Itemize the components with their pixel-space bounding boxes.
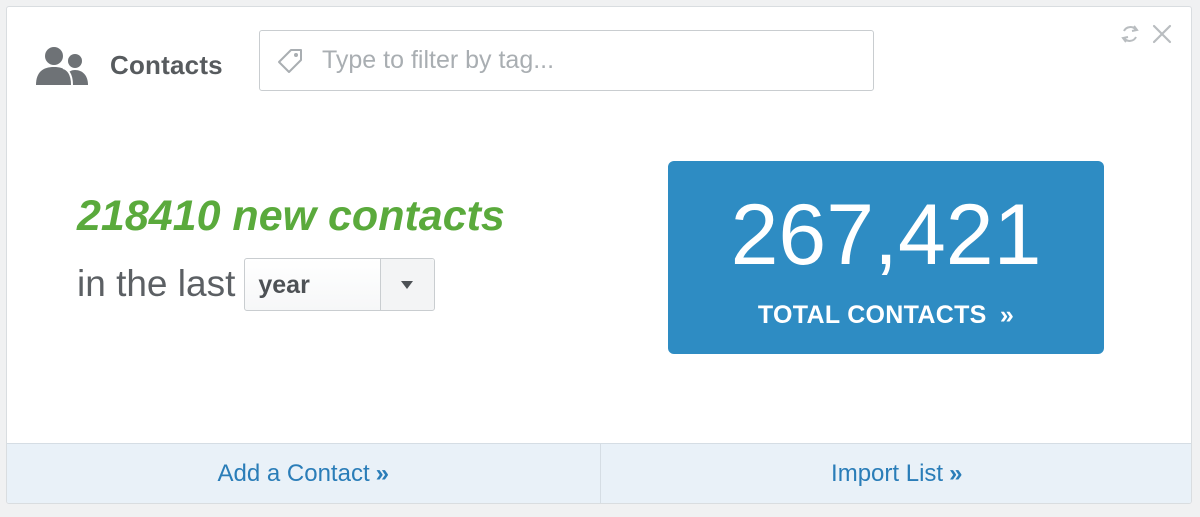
total-contacts-label: TOTAL CONTACTS (757, 301, 987, 329)
import-list-button[interactable]: Import List » (599, 444, 1192, 503)
double-chevron-right-icon: » (375, 459, 389, 487)
contacts-widget: Contacts 218410 new contacts in the last… (6, 6, 1192, 504)
widget-title: Contacts (110, 50, 223, 80)
add-contact-label: Add a Contact (217, 459, 370, 487)
widget-footer: Add a Contact » Import List » (7, 443, 1192, 503)
window-controls (1119, 23, 1173, 45)
tag-filter-input[interactable] (322, 31, 862, 90)
period-select-value: year (258, 270, 310, 299)
tag-filter-field[interactable] (259, 30, 874, 91)
close-icon[interactable] (1151, 23, 1173, 45)
double-chevron-right-icon: » (999, 301, 1015, 329)
total-contacts-button[interactable]: 267,421 TOTAL CONTACTS » (668, 161, 1104, 354)
import-list-label: Import List (831, 459, 944, 487)
contacts-icon (36, 47, 88, 86)
period-select[interactable]: year (244, 257, 436, 311)
refresh-icon[interactable] (1119, 23, 1141, 45)
period-prefix: in the last (77, 263, 236, 304)
double-chevron-right-icon: » (949, 459, 963, 487)
period-line: in the last year (77, 257, 436, 311)
chevron-down-icon (401, 280, 414, 289)
total-contacts-number: 267,421 (730, 187, 1042, 283)
period-select-toggle[interactable] (380, 258, 435, 310)
tag-icon (278, 49, 302, 73)
total-contacts-label-row: TOTAL CONTACTS » (668, 301, 1104, 330)
new-contacts-count: 218410 new contacts (77, 192, 505, 240)
add-contact-button[interactable]: Add a Contact » (7, 444, 600, 503)
